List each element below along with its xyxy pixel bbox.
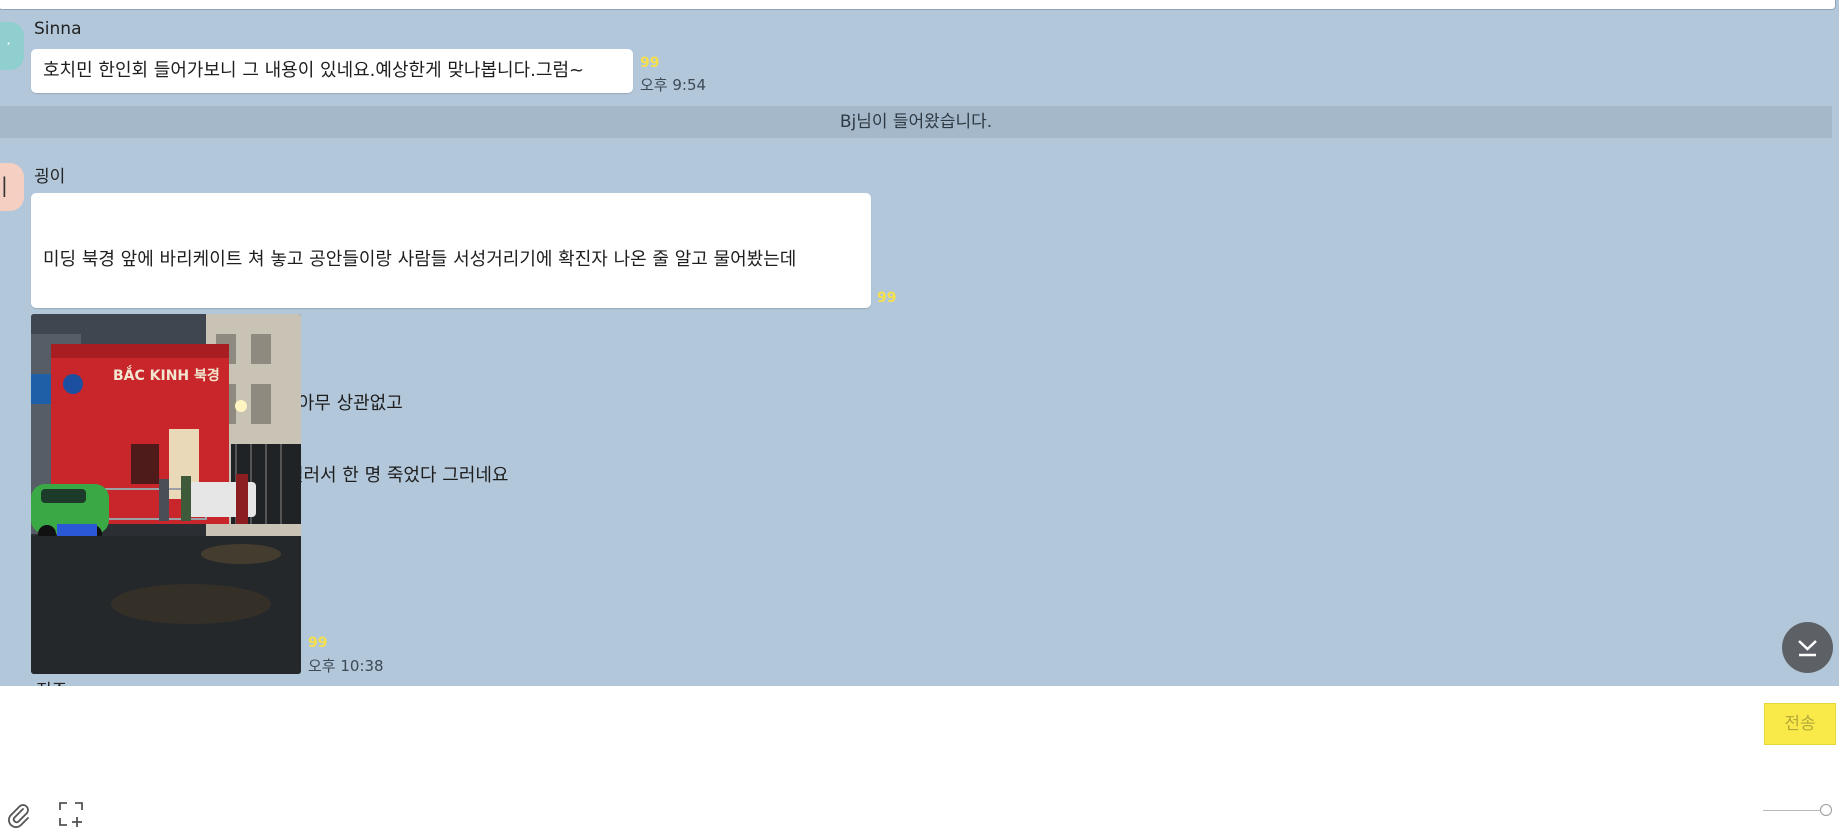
input-area: 전송 [0, 686, 1839, 838]
send-button[interactable]: 전송 [1764, 703, 1836, 745]
scroll-to-bottom-button[interactable] [1782, 622, 1833, 673]
message-bubble[interactable]: 호치민 한인회 들어가보니 그 내용이 있네요.예상한게 맞나봅니다.그럼~ [31, 49, 633, 93]
photo-image: BẮC KINH 북경 [31, 314, 301, 674]
paperclip-icon[interactable] [4, 800, 32, 828]
capture-icon[interactable] [57, 800, 85, 828]
photo-message[interactable]: BẮC KINH 북경 [31, 314, 301, 674]
sender-name: 진주 [36, 676, 67, 686]
font-size-slider[interactable] [1763, 802, 1832, 818]
sender-name: 굉이 [34, 167, 66, 187]
sign-text: BẮC KINH 북경 [113, 365, 220, 384]
message-line: 미딩 북경 앞에 바리케이트 쳐 놓고 공안들이랑 사람들 서성거리기에 확진자… [43, 249, 797, 270]
system-notice: Bj님이 들어왔습니다. [0, 106, 1832, 138]
chevron-down-icon [1798, 640, 1817, 657]
chat-area[interactable]: · Sinna 호치민 한인회 들어가보니 그 내용이 있네요.예상한게 맞나봅… [0, 0, 1839, 686]
previous-bubble-edge [0, 0, 1836, 10]
message-time: 오후 10:38 [308, 657, 384, 675]
sender-name: Sinna [34, 19, 82, 39]
slider-thumb[interactable] [1820, 804, 1832, 816]
message-input[interactable] [16, 696, 1760, 800]
avatar[interactable]: · [0, 22, 24, 70]
unread-count: 99 [640, 55, 660, 71]
unread-count: 99 [308, 635, 328, 651]
slider-track [1763, 810, 1823, 811]
message-bubble[interactable]: 미딩 북경 앞에 바리케이트 쳐 놓고 공안들이랑 사람들 서성거리기에 확진자… [31, 193, 871, 486]
avatar[interactable]: | [0, 163, 24, 211]
unread-count: 99 [877, 290, 897, 306]
message-time: 오후 9:54 [640, 76, 707, 94]
